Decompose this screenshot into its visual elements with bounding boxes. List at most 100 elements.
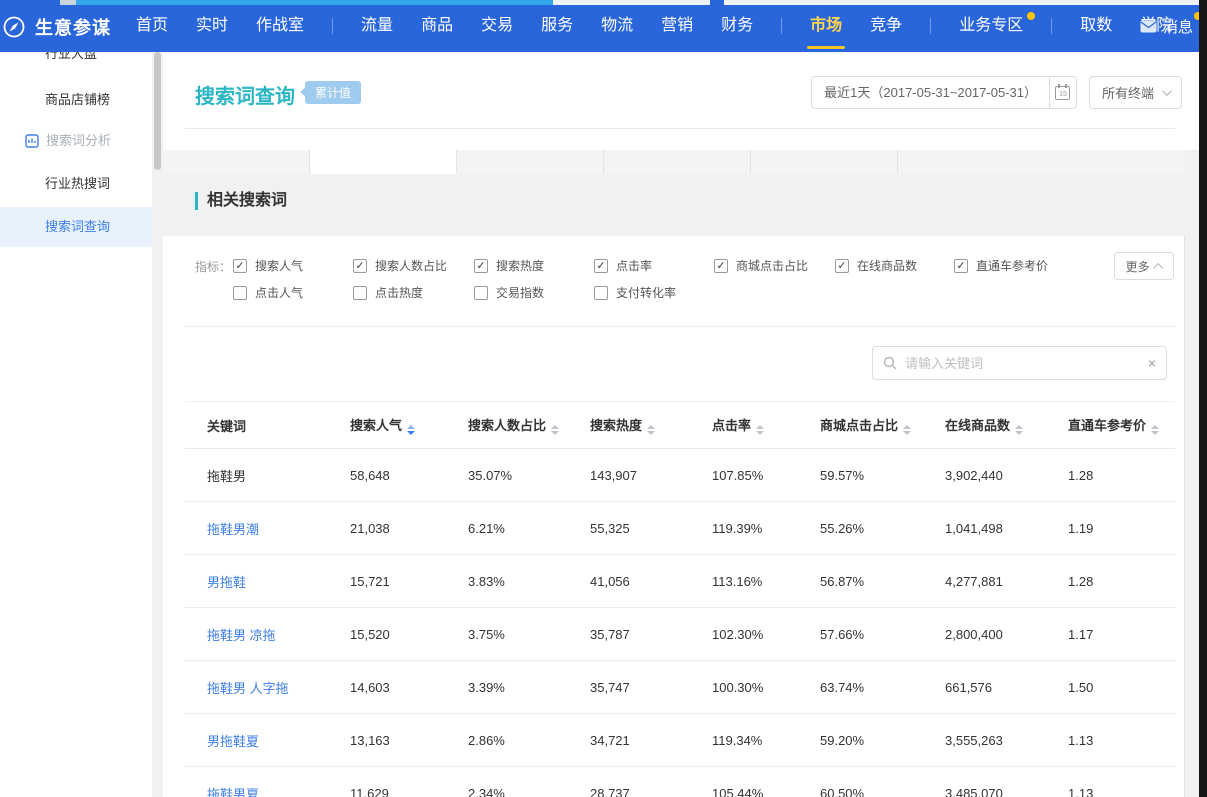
metric-checkbox-trade-index[interactable]: 交易指数 — [474, 284, 544, 301]
value-cell: 2,800,400 — [945, 608, 1068, 661]
sub-tab-4[interactable] — [604, 150, 751, 174]
col-header-ztc-price-sort[interactable]: 直通车参考价 — [1068, 402, 1175, 449]
keyword-cell: 拖鞋男 — [185, 449, 350, 502]
metric-checkbox-mall-click-share[interactable]: 商城点击占比 — [714, 257, 808, 274]
value-cell: 55,325 — [590, 502, 712, 555]
metric-checkbox-search-heat[interactable]: 搜索热度 — [474, 257, 544, 274]
metric-checkbox-search-popularity[interactable]: 搜索人气 — [233, 257, 303, 274]
metric-checkbox-click-heat[interactable]: 点击热度 — [353, 284, 423, 301]
keyword-link[interactable]: 男拖鞋夏 — [207, 734, 259, 749]
col-header-searcher-share-sort[interactable]: 搜索人数占比 — [468, 402, 590, 449]
nav-item-realtime[interactable]: 实时 — [186, 0, 238, 52]
checkbox-unchecked-icon — [353, 286, 367, 300]
keyword-link[interactable]: 拖鞋男 人字拖 — [207, 681, 289, 696]
clear-search-icon[interactable]: × — [1148, 355, 1156, 371]
col-header-keyword: 关键词 — [185, 402, 350, 449]
value-cell: 6.21% — [468, 502, 590, 555]
nav-item-product[interactable]: 商品 — [411, 0, 463, 52]
nav-item-marketing[interactable]: 营销 — [651, 0, 703, 52]
metric-checkbox-payment-conversion[interactable]: 支付转化率 — [594, 284, 676, 301]
sidebar-item-industry-overview[interactable]: 行业大盘 — [0, 52, 152, 74]
metric-checkbox-searcher-share[interactable]: 搜索人数占比 — [353, 257, 447, 274]
value-cell: 11,629 — [350, 767, 468, 797]
page-scrollbar[interactable] — [1199, 0, 1207, 797]
keyword-search-input[interactable] — [905, 356, 1140, 371]
compass-logo-icon — [2, 15, 26, 39]
nav-item-business-zone[interactable]: 业务专区 — [949, 0, 1033, 52]
sidebar: 行业大盘 商品店铺榜 搜索词分析 行业热搜词 搜索词查询 — [0, 52, 152, 797]
date-range-picker[interactable]: 最近1天（2017-05-31~2017-05-31） 15 — [811, 76, 1077, 109]
table-row: 拖鞋男夏 11,629 2.34% 28,737 105.44% 60.50% … — [185, 767, 1175, 797]
messages-button[interactable]: 消息 — [1140, 0, 1193, 52]
col-header-click-rate-sort[interactable]: 点击率 — [712, 402, 820, 449]
calendar-button[interactable]: 15 — [1049, 77, 1076, 108]
metric-checkbox-click-rate[interactable]: 点击率 — [594, 257, 652, 274]
sub-tab-2-active[interactable] — [310, 150, 457, 174]
checkbox-checked-icon — [594, 259, 608, 273]
value-cell: 13,163 — [350, 714, 468, 767]
top-edge-strip — [553, 0, 1199, 5]
checkbox-checked-icon — [233, 259, 247, 273]
sort-icon — [1151, 425, 1159, 435]
value-cell: 63.74% — [820, 661, 945, 714]
value-cell: 3,555,263 — [945, 714, 1068, 767]
value-cell: 3.39% — [468, 661, 590, 714]
chevron-up-icon — [1153, 262, 1163, 272]
sub-tab-1[interactable] — [163, 150, 310, 174]
checkbox-unchecked-icon — [474, 286, 488, 300]
sidebar-scrollbar-thumb[interactable] — [154, 52, 161, 170]
metric-checkbox-click-popularity[interactable]: 点击人气 — [233, 284, 303, 301]
nav-item-service[interactable]: 服务 — [531, 0, 583, 52]
sub-tabstrip — [163, 150, 1185, 174]
value-cell: 3,902,440 — [945, 449, 1068, 502]
nav-menu: 首页 实时 作战室 流量 商品 交易 服务 物流 营销 财务 市场 竞争 业务专… — [122, 0, 1186, 52]
col-header-mall-click-share-sort[interactable]: 商城点击占比 — [820, 402, 945, 449]
messages-label: 消息 — [1163, 16, 1193, 37]
sort-icon — [903, 425, 911, 435]
metric-checkbox-ztc-reference-price[interactable]: 直通车参考价 — [954, 257, 1048, 274]
checkbox-unchecked-icon — [594, 286, 608, 300]
sub-tab-6[interactable] — [898, 150, 1185, 174]
brand-logo[interactable]: 生意参谋 — [2, 14, 111, 40]
sort-icon — [1015, 425, 1023, 435]
sidebar-item-search-word-query[interactable]: 搜索词查询 — [0, 207, 152, 247]
col-header-search-heat-sort[interactable]: 搜索热度 — [590, 402, 712, 449]
keyword-link[interactable]: 拖鞋男夏 — [207, 787, 259, 797]
keyword-link[interactable]: 男拖鞋 — [207, 575, 246, 590]
nav-item-competition[interactable]: 竞争 — [860, 0, 912, 52]
more-button[interactable]: 更多 — [1114, 252, 1174, 280]
value-cell: 1.28 — [1068, 555, 1175, 608]
nav-item-trade[interactable]: 交易 — [471, 0, 523, 52]
value-cell: 15,721 — [350, 555, 468, 608]
keyword-link[interactable]: 拖鞋男 凉拖 — [207, 628, 276, 643]
top-edge-notch — [710, 0, 724, 9]
sidebar-scrollbar-track[interactable] — [152, 52, 163, 797]
nav-item-warroom[interactable]: 作战室 — [246, 0, 314, 52]
nav-item-home[interactable]: 首页 — [126, 0, 178, 52]
value-cell: 119.34% — [712, 714, 820, 767]
nav-item-market-active[interactable]: 市场 — [800, 0, 852, 52]
value-cell: 3.83% — [468, 555, 590, 608]
sidebar-item-industry-hot-words[interactable]: 行业热搜词 — [0, 164, 152, 204]
metric-checkbox-online-products[interactable]: 在线商品数 — [835, 257, 917, 274]
value-cell: 102.30% — [712, 608, 820, 661]
keyword-link[interactable]: 拖鞋男潮 — [207, 522, 259, 537]
table-row: 拖鞋男 人字拖 14,603 3.39% 35,747 100.30% 63.7… — [185, 661, 1175, 714]
sub-tab-5[interactable] — [751, 150, 898, 174]
sidebar-item-product-shop-ranking[interactable]: 商品店铺榜 — [0, 80, 152, 120]
document-chart-icon — [25, 134, 39, 148]
related-search-words-panel: 指标： 搜索人气 搜索人数占比 搜索热度 点击率 商城点击占比 在线商品数 直通… — [163, 236, 1185, 797]
col-header-search-popularity-sort[interactable]: 搜索人气 — [350, 402, 468, 449]
nav-item-logistics[interactable]: 物流 — [591, 0, 643, 52]
nav-item-data-fetch[interactable]: 取数 — [1070, 0, 1122, 52]
value-cell: 1,041,498 — [945, 502, 1068, 555]
value-cell: 1.13 — [1068, 714, 1175, 767]
value-cell: 113.16% — [712, 555, 820, 608]
top-edge-strip — [60, 0, 76, 5]
terminal-select[interactable]: 所有终端 — [1089, 76, 1182, 109]
nav-divider — [930, 18, 931, 34]
nav-item-traffic[interactable]: 流量 — [351, 0, 403, 52]
value-cell: 21,038 — [350, 502, 468, 555]
col-header-online-products-sort[interactable]: 在线商品数 — [945, 402, 1068, 449]
sub-tab-3[interactable] — [457, 150, 604, 174]
